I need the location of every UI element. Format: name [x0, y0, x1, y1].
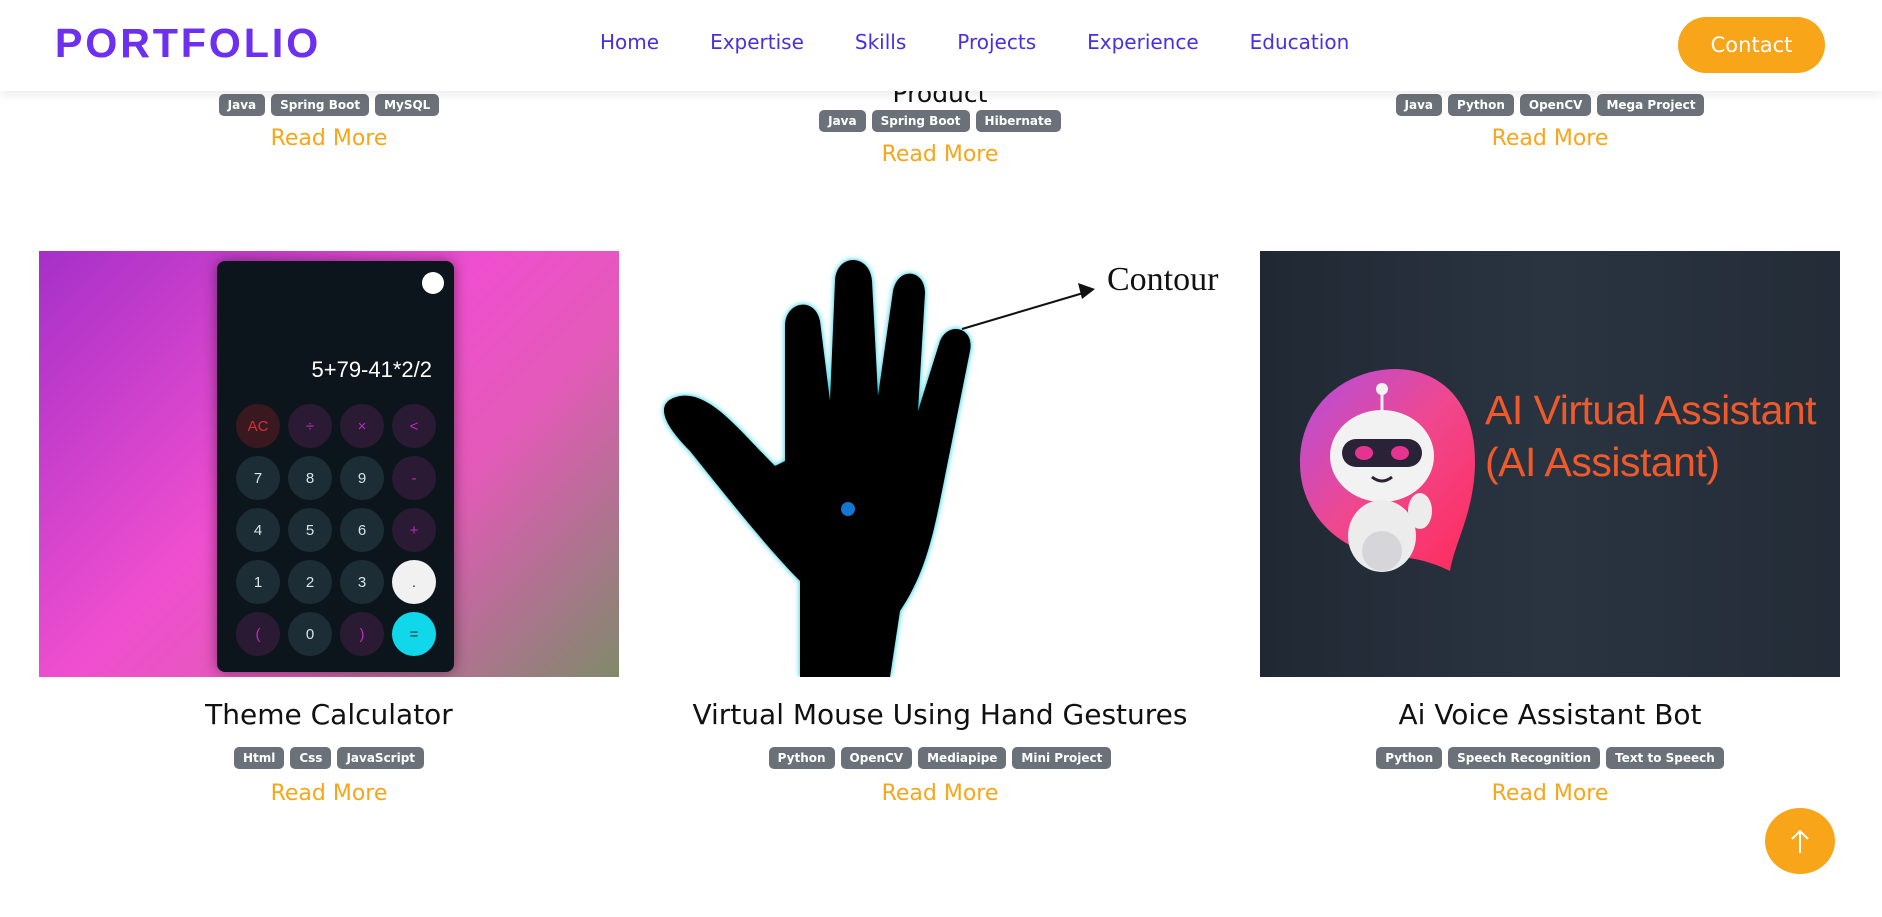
nav-link-skills[interactable]: Skills [855, 30, 906, 54]
calc-key: < [392, 404, 436, 448]
calc-key: 5 [288, 508, 332, 552]
scroll-to-top-button[interactable] [1765, 808, 1835, 874]
read-more-link[interactable]: Read More [271, 781, 388, 806]
tag: Mega Project [1597, 94, 1705, 116]
tag: Hibernate [975, 110, 1061, 132]
calc-key: 0 [288, 612, 332, 656]
calc-key: 3 [340, 560, 384, 604]
calc-key: + [392, 508, 436, 552]
tag: JavaScript [337, 747, 425, 769]
tag: Java [1395, 94, 1442, 116]
tag: Css [290, 747, 332, 769]
calculator-mockup: 5+79-41*2/2 AC ÷ × < 7 8 9 - 4 5 6 + 1 2… [217, 261, 454, 672]
calculator-display: 5+79-41*2/2 [311, 357, 433, 382]
theme-toggle-dot [422, 272, 444, 294]
read-more-link[interactable]: Read More [1492, 781, 1609, 806]
tag: Mini Project [1012, 747, 1112, 769]
tag: Speech Recognition [1448, 747, 1601, 769]
read-more-link[interactable]: Read More [1492, 126, 1609, 151]
banner-line: (AI Assistant) [1485, 439, 1720, 485]
tag: Spring Boot [271, 94, 370, 116]
nav-link-projects[interactable]: Projects [957, 30, 1036, 54]
tag: Python [768, 747, 835, 769]
tag-list: Python OpenCV Mediapipe Mini Project [650, 747, 1230, 769]
calc-key: 8 [288, 456, 332, 500]
tag: MySQL [375, 94, 440, 116]
navbar: PORTFOLIO Home Expertise Skills Projects… [0, 0, 1882, 91]
arrow-up-icon [1791, 829, 1809, 853]
nav-link-home[interactable]: Home [600, 30, 659, 54]
tag: Python [1376, 747, 1443, 769]
read-more-link[interactable]: Read More [271, 126, 388, 151]
palm-center-dot [841, 502, 855, 516]
calc-key: 4 [236, 508, 280, 552]
project-card-virtual-mouse: Contour Virtual Mouse Using Hand Gesture… [650, 251, 1230, 806]
tag: OpenCV [840, 747, 913, 769]
nav-link-experience[interactable]: Experience [1087, 30, 1199, 54]
project-title: Ai Voice Assistant Bot [1398, 698, 1702, 731]
calculator-keypad: AC ÷ × < 7 8 9 - 4 5 6 + 1 2 3 . ( 0 ) = [236, 404, 436, 656]
project-title: Theme Calculator [205, 698, 453, 731]
project-card-partial-1: Java Spring Boot MySQL Read More [39, 94, 619, 151]
arrow-icon [961, 283, 1095, 330]
calc-key: ) [340, 612, 384, 656]
banner-line: AI Virtual Assistant [1485, 387, 1817, 433]
tag: OpenCV [1519, 94, 1592, 116]
calc-key: = [392, 612, 436, 656]
project-card-theme-calculator: 5+79-41*2/2 AC ÷ × < 7 8 9 - 4 5 6 + 1 2… [39, 251, 619, 806]
tag-list: Java Spring Boot MySQL [39, 94, 619, 116]
project-title: Virtual Mouse Using Hand Gestures [692, 698, 1188, 731]
calc-key: 9 [340, 456, 384, 500]
tag: Spring Boot [871, 110, 970, 132]
contour-label: Contour [1107, 261, 1219, 298]
calc-key: . [392, 560, 436, 604]
project-image-hand[interactable]: Contour [650, 251, 1230, 677]
calc-key: 6 [340, 508, 384, 552]
tag-list: Java Spring Boot Hibernate [650, 110, 1230, 132]
project-image-calculator[interactable]: 5+79-41*2/2 AC ÷ × < 7 8 9 - 4 5 6 + 1 2… [39, 251, 619, 677]
tag: Text to Speech [1606, 747, 1724, 769]
tag-list: Python Speech Recognition Text to Speech [1260, 747, 1840, 769]
calc-key: ( [236, 612, 280, 656]
calc-key: ÷ [288, 404, 332, 448]
calc-key: × [340, 404, 384, 448]
project-image-ai-assistant[interactable]: AI Virtual Assistant (AI Assistant) [1260, 251, 1840, 677]
nav-links: Home Expertise Skills Projects Experienc… [600, 30, 1400, 54]
tag: Java [819, 110, 866, 132]
logo[interactable]: PORTFOLIO [55, 20, 321, 67]
nav-link-education[interactable]: Education [1250, 30, 1350, 54]
tag-list: Html Css JavaScript [39, 747, 619, 769]
contact-button[interactable]: Contact [1678, 17, 1825, 73]
hand-contour-illustration [663, 260, 1095, 677]
read-more-link[interactable]: Read More [882, 781, 999, 806]
robot-icon [1300, 369, 1475, 572]
read-more-link[interactable]: Read More [882, 142, 999, 167]
tag-list: Java Python OpenCV Mega Project [1260, 94, 1840, 116]
tag: Python [1447, 94, 1514, 116]
calc-key: 2 [288, 560, 332, 604]
tag: Java [218, 94, 266, 116]
calc-key: - [392, 456, 436, 500]
tag: Html [233, 747, 285, 769]
tag: Mediapipe [918, 747, 1007, 769]
hand-icon [663, 260, 971, 677]
ai-assistant-banner-text: AI Virtual Assistant (AI Assistant) [1485, 384, 1817, 488]
calc-key: 7 [236, 456, 280, 500]
project-card-partial-3: Java Python OpenCV Mega Project Read Mor… [1260, 94, 1840, 151]
calc-key: AC [236, 404, 280, 448]
project-card-partial-2: Product Java Spring Boot Hibernate Read … [650, 80, 1230, 167]
calc-key: 1 [236, 560, 280, 604]
nav-link-expertise[interactable]: Expertise [710, 30, 804, 54]
project-card-ai-assistant: AI Virtual Assistant (AI Assistant) Ai V… [1260, 251, 1840, 806]
